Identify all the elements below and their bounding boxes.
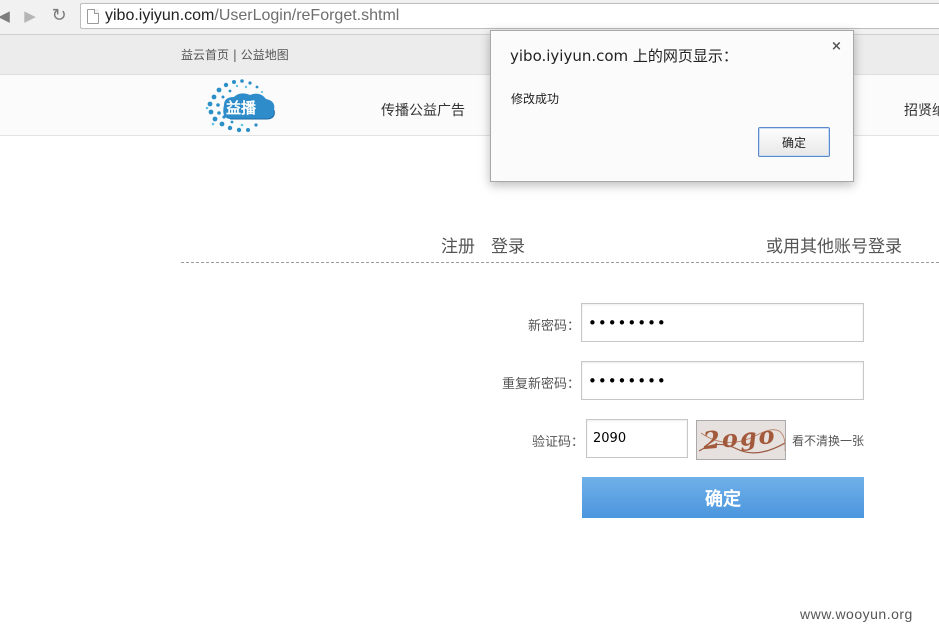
close-icon[interactable]: ×	[831, 39, 842, 54]
top-links: 益云首页 | 公益地图	[181, 46, 289, 63]
link-separator: |	[232, 48, 237, 62]
url-text: yibo.iyiyun.com/UserLogin/reForget.shtml	[105, 7, 399, 25]
dialog-ok-button[interactable]: 确定	[758, 127, 830, 157]
repeat-password-label: 重复新密码：	[501, 377, 580, 392]
dialog-title: yibo.iyiyun.com 上的网页显示：	[510, 47, 738, 65]
captcha-field[interactable]: 2090	[586, 419, 688, 458]
captcha-label: 验证码：	[531, 435, 584, 450]
url-path: /UserLogin/reForget.shtml	[214, 7, 400, 24]
nav-item-ads[interactable]: 传播公益广告	[381, 100, 465, 120]
url-host: yibo.iyiyun.com	[105, 7, 215, 24]
other-account-login[interactable]: 或用其他账号登录	[766, 232, 902, 257]
tab-login[interactable]: 登录	[491, 232, 525, 257]
back-arrow-icon[interactable]: ◀	[0, 6, 14, 26]
link-map[interactable]: 公益地图	[241, 48, 289, 62]
address-bar[interactable]: yibo.iyiyun.com/UserLogin/reForget.shtml	[80, 3, 939, 29]
nav-item-recruit[interactable]: 招贤纳	[904, 100, 939, 120]
watermark: www.wooyun.org	[800, 606, 913, 622]
new-password-label: 新密码：	[527, 319, 580, 334]
captcha-value: 2090	[593, 431, 627, 446]
dialog-message: 修改成功	[511, 92, 560, 106]
repeat-password-value: ••••••••	[588, 371, 667, 390]
tab-register[interactable]: 注册	[441, 232, 475, 257]
login-header: 注册 登录 或用其他账号登录	[181, 232, 939, 263]
link-home[interactable]: 益云首页	[181, 48, 229, 62]
new-password-field[interactable]: ••••••••	[581, 303, 864, 342]
logo-text: 益播	[226, 99, 257, 117]
site-logo[interactable]: 益播	[202, 77, 280, 135]
page-icon	[87, 9, 99, 24]
submit-button[interactable]: 确定	[582, 477, 864, 518]
alert-dialog: yibo.iyiyun.com 上的网页显示： × 修改成功 确定	[490, 30, 854, 182]
new-password-value: ••••••••	[588, 313, 667, 332]
reload-icon[interactable]: ↻	[49, 6, 69, 26]
repeat-password-field[interactable]: ••••••••	[581, 361, 864, 400]
refresh-captcha-link[interactable]: 看不清换一张	[792, 432, 864, 449]
captcha-image[interactable]: 2ogo	[696, 420, 786, 460]
forward-arrow-icon[interactable]: ▶	[20, 6, 40, 26]
